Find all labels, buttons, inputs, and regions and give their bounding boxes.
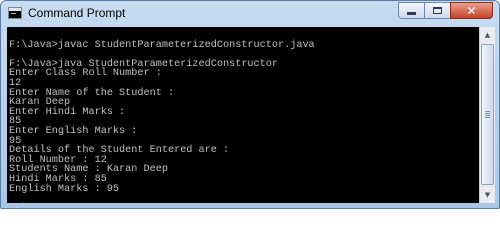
window-title: Command Prompt [28, 6, 126, 20]
title-bar[interactable]: Command Prompt ✕ [1, 1, 499, 27]
maximize-icon [433, 7, 442, 14]
minimize-button[interactable] [398, 2, 424, 19]
scroll-up-button[interactable]: ▲ [480, 27, 495, 43]
console-line: F:\Java>javac StudentParameterizedConstr… [9, 39, 315, 51]
console-line: Enter Class Roll Number : [9, 68, 162, 80]
console-line: Enter English Marks : [9, 125, 138, 137]
vertical-scrollbar[interactable]: ▲ ▼ [479, 27, 495, 203]
console-line: Enter Hindi Marks : [9, 106, 126, 118]
minimize-icon [407, 12, 416, 15]
grip-icon [485, 111, 490, 118]
caption-buttons: ✕ [398, 2, 493, 20]
cmd-icon[interactable] [8, 7, 22, 19]
console-text: F:\Java>javac StudentParameterizedConstr… [7, 27, 479, 203]
arrow-down-icon: ▼ [484, 191, 491, 199]
close-icon: ✕ [466, 3, 477, 18]
command-prompt-window: Command Prompt ✕ F:\Java>javac StudentPa… [0, 0, 500, 209]
close-button[interactable]: ✕ [450, 2, 493, 19]
console-output[interactable]: F:\Java>javac StudentParameterizedConstr… [7, 27, 479, 203]
arrow-up-icon: ▲ [484, 31, 491, 39]
scroll-thumb[interactable] [481, 44, 494, 185]
maximize-button[interactable] [424, 2, 450, 19]
console-line: English Marks : 95 [9, 183, 120, 195]
console-line: Enter Name of the Student : [9, 87, 175, 99]
scroll-down-button[interactable]: ▼ [480, 187, 495, 203]
